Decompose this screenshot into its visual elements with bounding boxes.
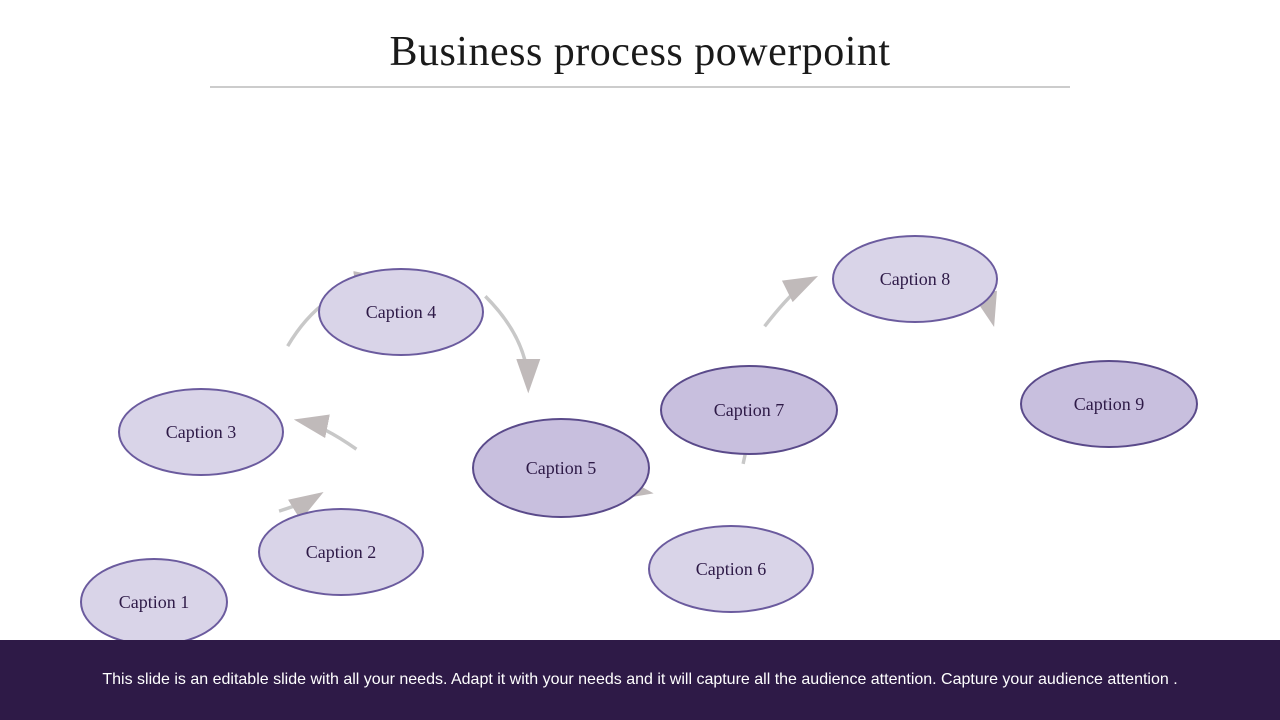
diagram-area: Caption 1 Caption 2 Caption 3 Caption 4 … [0, 90, 1280, 640]
caption-9: Caption 9 [1020, 360, 1198, 448]
footer: This slide is an editable slide with all… [0, 640, 1280, 720]
caption-7: Caption 7 [660, 365, 838, 455]
caption-8: Caption 8 [832, 235, 998, 323]
title-divider [210, 86, 1070, 88]
caption-4: Caption 4 [318, 268, 484, 356]
caption-6: Caption 6 [648, 525, 814, 613]
slide: Business process powerpoint [0, 0, 1280, 720]
footer-text: This slide is an editable slide with all… [102, 667, 1177, 693]
caption-2: Caption 2 [258, 508, 424, 596]
caption-1: Caption 1 [80, 558, 228, 646]
caption-3: Caption 3 [118, 388, 284, 476]
page-title: Business process powerpoint [0, 28, 1280, 76]
caption-5: Caption 5 [472, 418, 650, 518]
header: Business process powerpoint [0, 0, 1280, 100]
